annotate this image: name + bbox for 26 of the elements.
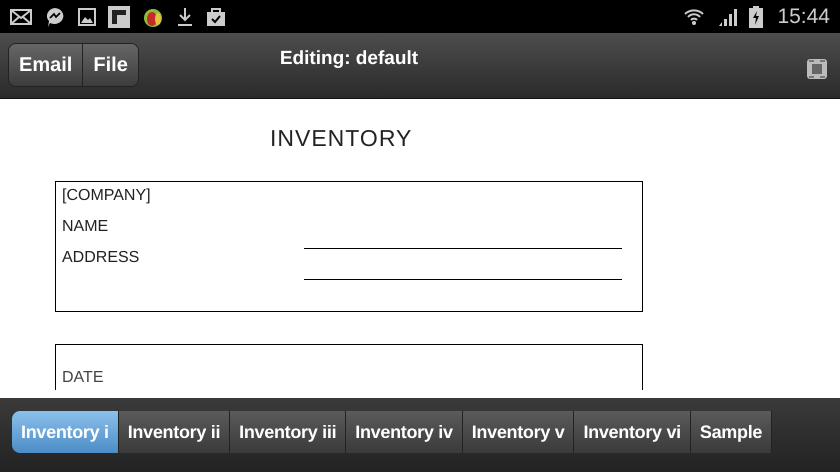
grid-icon[interactable]: [806, 58, 828, 80]
download-icon: [176, 6, 194, 26]
field-label: ADDRESS: [62, 248, 140, 268]
sheet-tab[interactable]: Inventory iv: [346, 411, 463, 453]
sheet-tab[interactable]: Inventory iii: [230, 411, 346, 453]
field-label: DATE: [62, 368, 104, 388]
sheet-tab[interactable]: Sample: [690, 411, 772, 453]
flipboard-icon: [108, 6, 130, 28]
wifi-icon: [683, 6, 706, 26]
toolbar-button[interactable]: Email: [9, 44, 82, 86]
clock-time: 15:44: [777, 4, 830, 30]
document-title: INVENTORY: [270, 124, 414, 153]
signal-icon: [717, 6, 738, 26]
fill-in-line[interactable]: [304, 278, 622, 280]
toolbar-button[interactable]: File: [82, 44, 138, 86]
sheet-tab[interactable]: Inventory ii: [118, 411, 230, 453]
battery-charging-icon: [749, 6, 764, 28]
chat-bubble-icon: [44, 6, 66, 28]
image-icon: [78, 8, 96, 26]
mail-icon: [10, 8, 32, 24]
sheet-tab[interactable]: Inventory v: [462, 411, 574, 453]
sheet-tab[interactable]: Inventory vi: [574, 411, 691, 453]
field-label: [COMPANY]: [62, 186, 152, 206]
field-label: NAME: [62, 216, 110, 236]
window-title: Editing: default: [280, 47, 418, 71]
shopping-bag-icon: [206, 6, 226, 26]
